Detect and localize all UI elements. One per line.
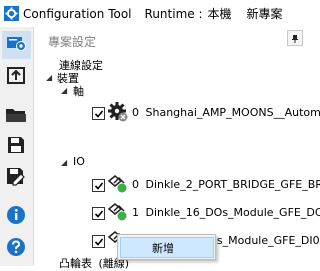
io-0-index: 0: [132, 178, 139, 191]
import-icon: [6, 65, 26, 89]
expand-arrow-io-icon[interactable]: ◢: [61, 158, 67, 167]
runtime-label: Runtime :: [145, 7, 203, 21]
context-menu-add[interactable]: 新增: [120, 237, 214, 258]
pin-button[interactable]: [287, 30, 303, 46]
pin-icon: [290, 29, 300, 48]
save-icon: [6, 135, 26, 159]
title-bar: Configuration Tool Runtime : 本機 新專案: [0, 0, 300, 27]
io-module-icon: [107, 201, 129, 223]
context-menu: 新增: [117, 234, 216, 260]
io-1-index: 1: [132, 206, 139, 219]
project-settings-icon: [6, 33, 28, 57]
expand-arrow-devices-icon[interactable]: ◢: [46, 73, 52, 82]
tree-item-io[interactable]: IO: [73, 155, 85, 168]
axis-0-checkbox[interactable]: [92, 107, 105, 120]
save-as-button[interactable]: [4, 166, 28, 190]
axis-0-label[interactable]: 0 Shanghai_AMP_MOONS__Autom: [132, 106, 320, 119]
context-menu-add-label: 新增: [152, 240, 174, 256]
import-button[interactable]: [4, 65, 28, 89]
checkmark-icon: [94, 237, 104, 247]
checkmark-icon: [94, 209, 104, 219]
cam-table-label: 凸輪表: [59, 257, 92, 270]
checkmark-icon: [94, 109, 104, 119]
runtime-value: 本機: [208, 5, 232, 22]
tree-item-axis[interactable]: 軸: [73, 83, 84, 99]
axis-0-name: Shanghai_AMP_MOONS__Autom: [146, 106, 320, 119]
io-2-checkbox[interactable]: [92, 235, 105, 248]
sidebar: [0, 27, 34, 266]
io-0-checkbox[interactable]: [92, 179, 105, 192]
checkmark-icon: [94, 181, 104, 191]
folder-open-icon: [5, 105, 27, 129]
axis-0-index: 0: [132, 106, 139, 119]
save-as-icon: [5, 166, 27, 190]
open-folder-button[interactable]: [4, 105, 28, 129]
io-1-checkbox[interactable]: [92, 207, 105, 220]
project-name: 新專案: [247, 5, 283, 22]
io-module-icon: [107, 173, 129, 195]
info-button[interactable]: [4, 205, 28, 229]
io-1-label[interactable]: 1 Dinkle_16_DOs_Module_GFE_DQ: [132, 206, 320, 219]
panel-title: 專案設定: [48, 33, 96, 50]
servo-gear-icon: [107, 101, 129, 123]
project-settings-panel: 專案設定 連線設定 ◢ 裝置 ◢ 軸: [34, 27, 300, 266]
help-icon: [6, 237, 26, 261]
io-1-name: Dinkle_16_DOs_Module_GFE_DQ: [146, 206, 320, 219]
help-button[interactable]: [4, 237, 28, 261]
gear-app-icon: [4, 6, 19, 21]
expand-arrow-axis-icon[interactable]: ◢: [61, 86, 67, 95]
app-title: Configuration Tool: [23, 7, 132, 21]
save-button[interactable]: [4, 135, 28, 159]
project-settings-button[interactable]: [2, 31, 31, 59]
info-icon: [6, 205, 26, 229]
io-0-label[interactable]: 0 Dinkle_2_PORT_BRIDGE_GFE_BRC: [132, 178, 320, 191]
io-0-name: Dinkle_2_PORT_BRIDGE_GFE_BRC: [146, 178, 320, 191]
